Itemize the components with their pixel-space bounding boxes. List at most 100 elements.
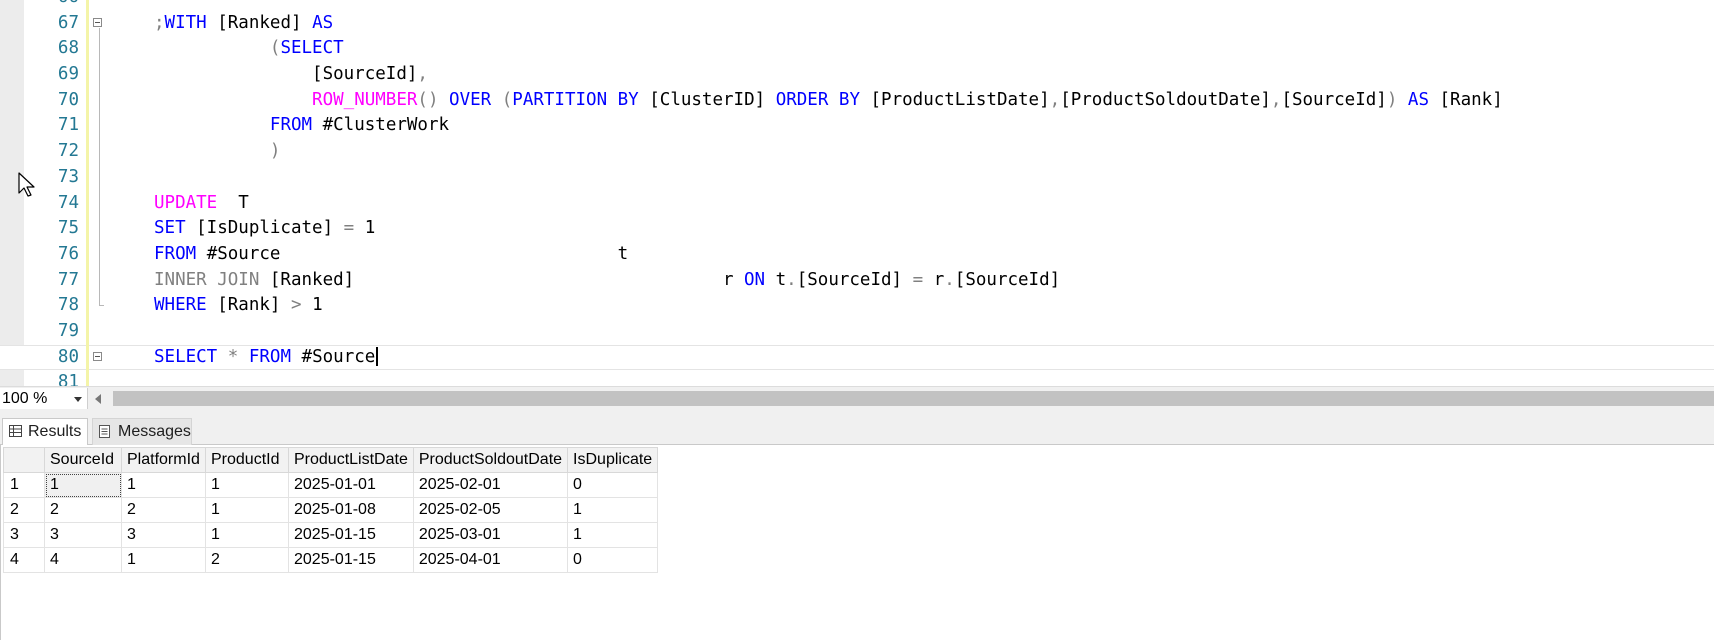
grid-header-row: SourceId PlatformId ProductId ProductListDa…	[3, 447, 659, 473]
grid-cell[interactable]: 1	[205, 497, 289, 523]
code-text: [SourceId],	[154, 62, 428, 88]
horizontal-scrollbar-thumb[interactable]	[113, 391, 1714, 406]
code-token: #ClusterWork	[312, 115, 450, 136]
grid-cell[interactable]: 4	[44, 547, 122, 573]
grid-cell[interactable]: 1	[205, 522, 289, 548]
messages-icon	[99, 425, 110, 438]
column-header[interactable]: ProductSoldoutDate	[412, 447, 569, 473]
change-marker	[86, 164, 89, 191]
code-line[interactable]: 78 WHERE [Rank] > 1	[0, 293, 1714, 319]
code-text: SET [IsDuplicate] = 1	[154, 216, 375, 242]
scroll-left-arrow-icon[interactable]	[95, 394, 101, 404]
column-header[interactable]: ProductListDate	[288, 447, 414, 473]
grid-cell[interactable]: 2	[44, 497, 122, 523]
code-line[interactable]: 70 ROW_NUMBER() OVER (PARTITION BY [Clus…	[0, 87, 1714, 114]
code-token: )	[269, 141, 281, 162]
grid-cell[interactable]: 2025-01-01	[288, 472, 414, 498]
code-token: [Rank]	[206, 295, 291, 316]
table-row[interactable]: 1 1 1 1 2025-01-01 2025-02-01 0	[3, 472, 659, 498]
code-token: *	[227, 346, 239, 367]
grid-cell[interactable]: 0	[567, 472, 659, 498]
code-text: FROM #ClusterWork	[154, 113, 449, 139]
grid-cell[interactable]: 2	[205, 547, 289, 573]
grid-cell[interactable]: 2025-01-08	[288, 497, 414, 523]
results-grid-area: SourceId PlatformId ProductId ProductListDa…	[0, 445, 1714, 640]
chevron-down-icon[interactable]	[74, 397, 82, 402]
row-number[interactable]: 1	[3, 472, 45, 498]
code-line[interactable]: 72 )	[0, 139, 1714, 165]
fold-guide	[99, 87, 100, 114]
code-token: ;	[154, 12, 165, 33]
collapse-icon[interactable]	[93, 17, 102, 27]
code-token: SET	[154, 218, 186, 239]
grid-cell[interactable]: 2025-01-15	[288, 547, 414, 573]
column-header[interactable]: IsDuplicate	[567, 447, 659, 473]
change-marker	[86, 87, 89, 114]
row-number[interactable]: 3	[3, 522, 45, 548]
zoom-dropdown[interactable]: 100 %	[0, 388, 88, 409]
table-row[interactable]: 4 4 1 2 2025-01-15 2025-04-01 0	[3, 547, 659, 573]
code-line[interactable]: 73	[0, 164, 1714, 191]
grid-cell[interactable]: 1	[567, 522, 659, 548]
line-number: 75	[57, 218, 79, 239]
grid-cell[interactable]: 2025-04-01	[412, 547, 569, 573]
code-token: [Ranked]	[206, 12, 313, 33]
tab-messages[interactable]: Messages	[92, 418, 192, 445]
code-line[interactable]: 79	[0, 318, 1714, 345]
grid-cell[interactable]: 1	[121, 472, 206, 498]
grid-cell[interactable]: 1	[205, 472, 289, 498]
collapse-icon[interactable]	[93, 351, 102, 361]
code-token: (	[501, 89, 513, 110]
column-header[interactable]: PlatformId	[121, 447, 206, 473]
code-line[interactable]: 68 (SELECT	[0, 36, 1714, 63]
grid-cell[interactable]: 1	[567, 497, 659, 523]
grid-cell[interactable]: 2025-03-01	[412, 522, 569, 548]
column-header[interactable]: ProductId	[205, 447, 289, 473]
column-header[interactable]: SourceId	[44, 447, 122, 473]
code-token: [Ranked] r	[259, 269, 745, 290]
grid-cell[interactable]: 3	[121, 522, 206, 548]
grid-cell[interactable]: 2025-02-01	[412, 472, 569, 498]
code-line[interactable]: 76 FROM #Source t	[0, 241, 1714, 268]
code-line[interactable]: 80 SELECT * FROM #Source	[0, 344, 1714, 371]
code-token: ,	[417, 64, 428, 85]
grid-cell[interactable]: 2	[121, 497, 206, 523]
line-number: 78	[57, 295, 79, 316]
code-line[interactable]: 66	[0, 0, 1714, 11]
tab-results[interactable]: Results	[2, 418, 88, 445]
code-token: >	[290, 295, 302, 316]
code-text: ROW_NUMBER() OVER (PARTITION BY [Cluster…	[154, 88, 1503, 114]
table-row[interactable]: 2 2 2 1 2025-01-08 2025-02-05 1	[3, 497, 659, 523]
line-number: 79	[57, 320, 79, 341]
code-line[interactable]: 67 ;WITH [Ranked] AS	[0, 10, 1714, 37]
code-token: SELECT	[280, 38, 344, 59]
code-token: ,	[1270, 89, 1282, 110]
grid-cell[interactable]: 3	[44, 522, 122, 548]
row-number[interactable]: 4	[3, 547, 45, 573]
row-number[interactable]: 2	[3, 497, 45, 523]
change-marker	[86, 190, 89, 217]
mouse-pointer-icon	[18, 172, 35, 197]
code-line[interactable]: 71 FROM #ClusterWork	[0, 113, 1714, 140]
code-line[interactable]: 75 SET [IsDuplicate] = 1	[0, 216, 1714, 242]
change-marker	[86, 293, 89, 319]
results-grid: SourceId PlatformId ProductId ProductListDa…	[3, 447, 659, 573]
grid-cell[interactable]: 2025-02-05	[412, 497, 569, 523]
code-line[interactable]: 77 INNER JOIN [Ranked] r ON t.[SourceId] …	[0, 267, 1714, 294]
table-row[interactable]: 3 3 3 1 2025-01-15 2025-03-01 1	[3, 522, 659, 548]
change-marker	[86, 318, 89, 345]
code-line[interactable]: 69 [SourceId],	[0, 62, 1714, 88]
code-token: [SourceId]	[954, 269, 1061, 290]
line-number: 77	[57, 269, 79, 290]
code-line[interactable]: 81	[0, 370, 1714, 386]
grid-cell[interactable]: 1	[121, 547, 206, 573]
grid-cell[interactable]: 2025-01-15	[288, 522, 414, 548]
code-token: INNER JOIN	[154, 269, 260, 290]
grid-corner-cell[interactable]	[3, 447, 45, 473]
query-editor[interactable]: 6667;WITH [Ranked] AS68 (SELECT69 [Sourc…	[0, 0, 1714, 386]
code-line[interactable]: 74 UPDATE T	[0, 190, 1714, 217]
grid-cell[interactable]: 0	[567, 547, 659, 573]
grid-cell[interactable]: 1	[44, 472, 122, 498]
